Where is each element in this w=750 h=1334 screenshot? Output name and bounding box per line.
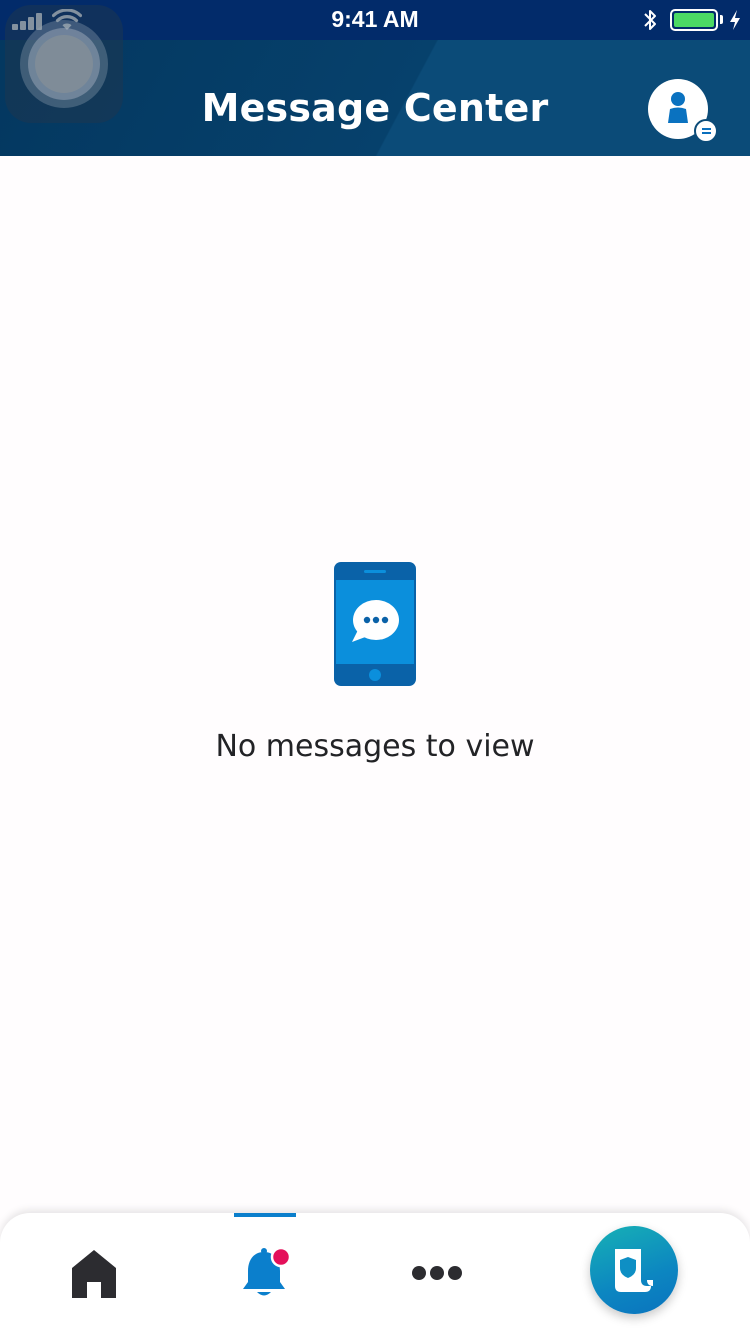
- battery-tip: [720, 15, 723, 24]
- assistive-touch-core: [35, 35, 93, 93]
- battery-level: [674, 13, 714, 27]
- battery-icon: [670, 9, 718, 31]
- message-center-screen: 9:41 AM Message Center No messages to vi…: [0, 0, 750, 1334]
- notification-dot: [270, 1246, 292, 1268]
- more-dot: [448, 1266, 462, 1280]
- home-icon[interactable]: [70, 1248, 118, 1298]
- menu-lines-icon[interactable]: [694, 119, 718, 143]
- more-dot: [430, 1266, 444, 1280]
- more-dot: [412, 1266, 426, 1280]
- phone-message-icon: [334, 562, 416, 686]
- policy-document-fab[interactable]: [590, 1226, 678, 1314]
- active-tab-indicator: [234, 1213, 296, 1217]
- assistive-touch-button[interactable]: [5, 5, 123, 123]
- bell-icon[interactable]: [240, 1246, 294, 1300]
- charging-bolt-icon: [730, 10, 740, 30]
- shield-document-icon: [615, 1249, 653, 1292]
- more-menu-button[interactable]: [410, 1263, 464, 1283]
- bluetooth-icon: [644, 10, 656, 30]
- empty-state-message: No messages to view: [215, 729, 535, 764]
